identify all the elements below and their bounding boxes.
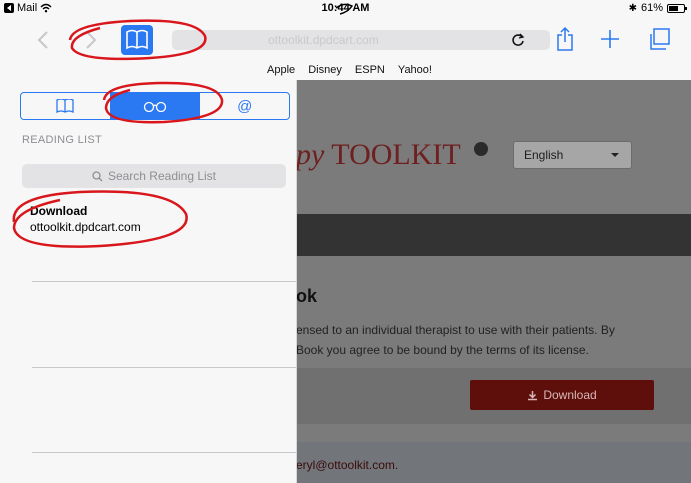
annotation-circle-reading-list [102,81,224,124]
annotation-circle-bookmarks [68,19,207,61]
annotation-overlay [12,3,354,248]
annotation-mark [335,3,354,15]
annotation-circle-item [12,190,188,248]
ipad-safari-screen: Mail 10:44 AM ✱ 61% ottoolkit.dpdcart.co… [0,0,691,483]
